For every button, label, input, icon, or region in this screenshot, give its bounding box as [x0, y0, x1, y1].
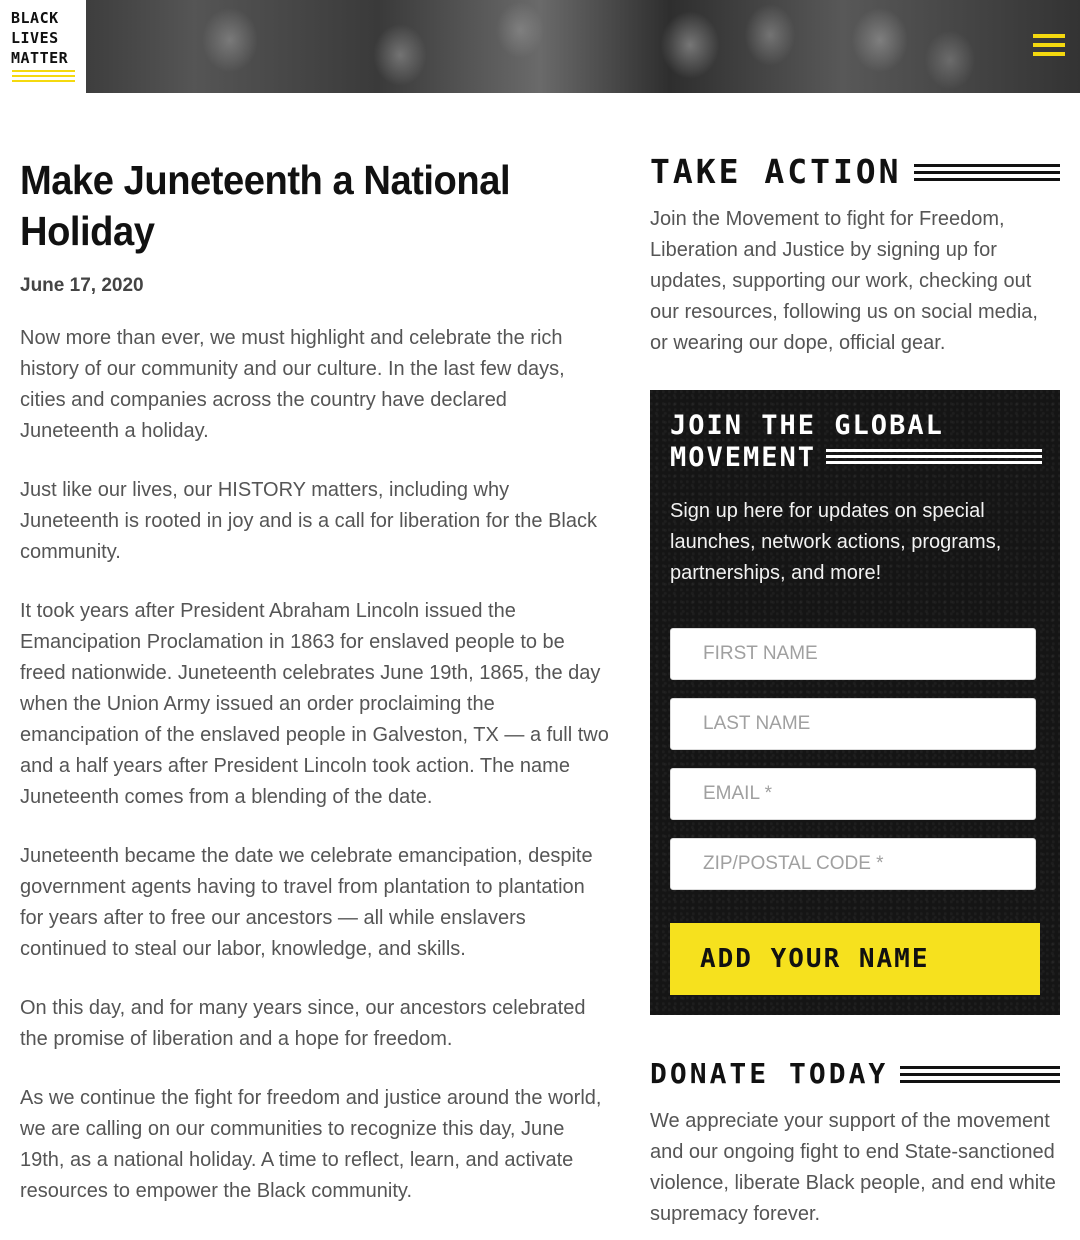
hamburger-menu-icon[interactable]: [1033, 34, 1065, 58]
page-title: Make Juneteenth a National Holiday: [20, 157, 511, 254]
donate-text: We appreciate your support of the moveme…: [650, 1110, 1056, 1225]
article: Make Juneteenth a National Holiday June …: [20, 155, 610, 1207]
heading-stripes: [913, 163, 1060, 181]
logo-line: MATTER: [11, 49, 69, 67]
article-paragraph: On this day, and for many years since, o…: [20, 997, 586, 1050]
donate-section: DONATE TODAY We appreciate your support …: [650, 1052, 1060, 1230]
first-name-field[interactable]: [670, 628, 1036, 680]
join-heading: JOIN THE GLOBAL MOVEMENT: [670, 410, 1042, 474]
take-action-text: Join the Movement to fight for Freedom, …: [650, 208, 1038, 354]
donate-heading: DONATE TODAY: [650, 1052, 1060, 1096]
join-movement-form: JOIN THE GLOBAL MOVEMENT Sign up here fo…: [650, 390, 1060, 1015]
heading-stripes: [826, 449, 1042, 467]
article-paragraph: Now more than ever, we must highlight an…: [20, 327, 565, 442]
article-date: June 17, 2020: [20, 275, 144, 296]
join-heading-line1: JOIN THE GLOBAL: [670, 410, 944, 441]
join-description: Sign up here for updates on special laun…: [670, 500, 1002, 584]
heading-stripes: [900, 1065, 1060, 1083]
logo-underline-bars: [12, 70, 75, 85]
donate-heading-text: DONATE TODAY: [650, 1057, 889, 1090]
zip-field[interactable]: [670, 838, 1036, 890]
take-action-section: TAKE ACTION Join the Movement to fight f…: [650, 150, 1060, 359]
last-name-field[interactable]: [670, 698, 1036, 750]
email-field[interactable]: [670, 768, 1036, 820]
add-your-name-button[interactable]: ADD YOUR NAME: [670, 923, 1040, 995]
article-paragraph: Juneteenth became the date we celebrate …: [20, 845, 593, 960]
site-header: BLACK LIVES MATTER: [0, 0, 1080, 93]
article-paragraph: Just like our lives, our HISTORY matters…: [20, 479, 597, 563]
logo[interactable]: BLACK LIVES MATTER: [0, 0, 86, 93]
take-action-heading-text: TAKE ACTION: [650, 152, 902, 191]
article-paragraph: It took years after President Abraham Li…: [20, 600, 609, 808]
logo-line: BLACK: [11, 9, 59, 27]
article-paragraph: As we continue the fight for freedom and…: [20, 1087, 602, 1202]
join-heading-line2: MOVEMENT: [670, 442, 817, 473]
header-photo: [0, 0, 1080, 93]
take-action-heading: TAKE ACTION: [650, 150, 1060, 194]
logo-text: BLACK LIVES MATTER: [11, 8, 81, 68]
logo-line: LIVES: [11, 29, 59, 47]
